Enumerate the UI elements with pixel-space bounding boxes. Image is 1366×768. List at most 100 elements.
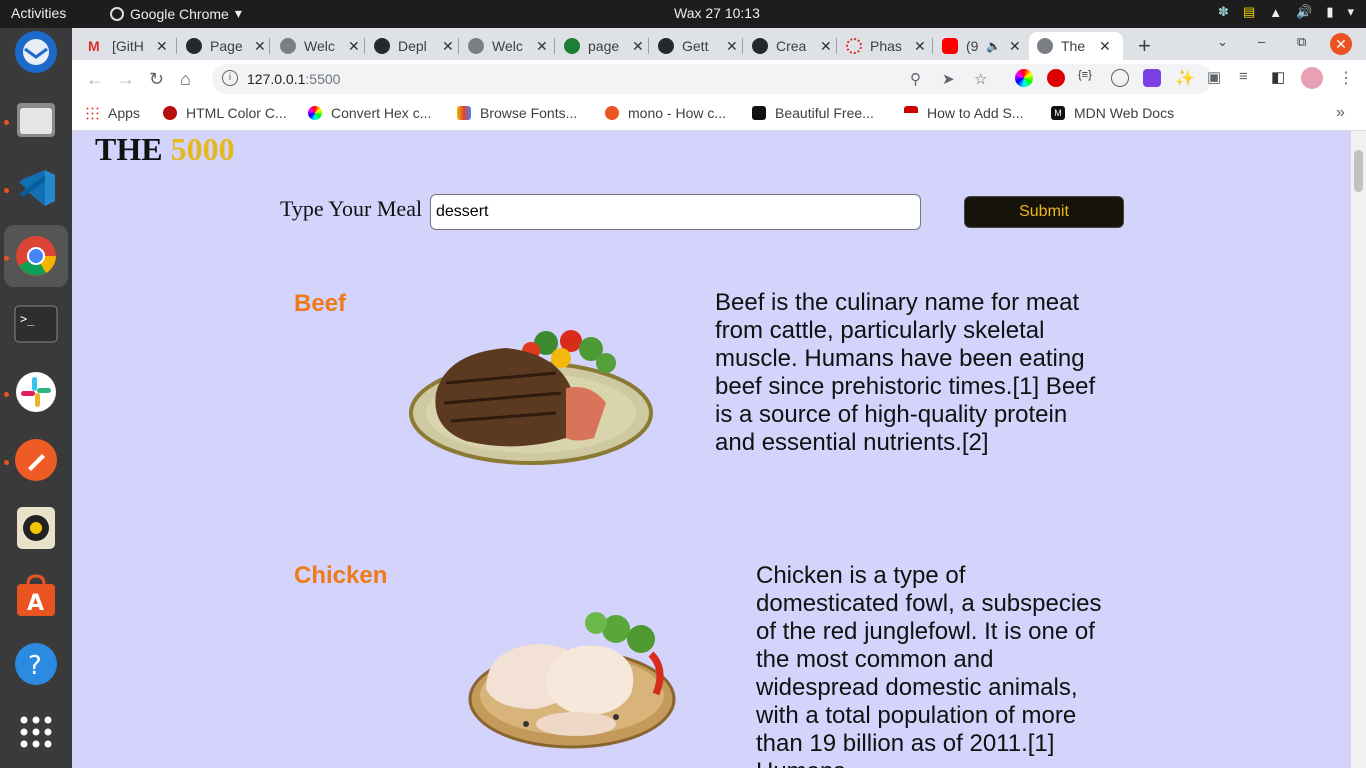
bookmark-item[interactable]: HTML Color C... xyxy=(163,105,287,121)
volume-icon[interactable]: 🔊 xyxy=(1296,4,1312,20)
restore-button[interactable]: ⧉ xyxy=(1297,34,1306,50)
unsplash-icon xyxy=(752,106,766,120)
tab[interactable]: Phas ✕ xyxy=(838,32,926,60)
minimize-button[interactable]: – xyxy=(1258,34,1265,49)
tab[interactable]: page ✕ xyxy=(556,32,644,60)
tab[interactable]: (9 🔈 ✕ xyxy=(934,32,1021,60)
bookmark-item[interactable]: How to Add S... xyxy=(904,105,1024,121)
reload-button[interactable]: ↻ xyxy=(149,69,164,90)
close-icon[interactable]: ✕ xyxy=(254,38,266,55)
close-icon[interactable]: ✕ xyxy=(1099,38,1111,55)
tab-separator xyxy=(742,38,743,54)
json-viewer-icon[interactable]: {≡} xyxy=(1078,69,1096,87)
tab[interactable]: Welc ✕ xyxy=(460,32,548,60)
app-menu[interactable]: Google Chrome ▾ xyxy=(110,5,242,22)
media-queue-icon[interactable]: ≡ xyxy=(1239,68,1257,86)
close-icon[interactable]: ✕ xyxy=(1009,38,1021,55)
menu-icon[interactable]: ⋮ xyxy=(1338,68,1356,87)
chevron-down-icon[interactable]: ▾ xyxy=(1347,4,1354,20)
terminal-icon[interactable]: >_ xyxy=(12,300,60,348)
close-window-button[interactable]: ✕ xyxy=(1330,33,1352,55)
tab[interactable]: Depl ✕ xyxy=(366,32,454,60)
browser-window: M [GitH ✕ Page ✕ Welc ✕ Depl ✕ Welc ✕ page ✕ Ge… xyxy=(72,28,1366,768)
color-picker-icon[interactable]: ✽ xyxy=(1218,4,1229,20)
home-button[interactable]: ⌂ xyxy=(180,69,191,90)
side-panel-icon[interactable]: ◧ xyxy=(1271,68,1289,86)
software-store-icon[interactable]: A xyxy=(12,572,60,620)
close-icon[interactable]: ✕ xyxy=(632,38,644,55)
chrome-dock-icon[interactable] xyxy=(4,225,68,287)
close-icon[interactable]: ✕ xyxy=(914,38,926,55)
tab[interactable]: Page ✕ xyxy=(178,32,266,60)
bookmark-item[interactable]: Beautiful Free... xyxy=(752,105,874,121)
battery-icon[interactable]: ▮ xyxy=(1326,4,1333,20)
tab[interactable]: Gett ✕ xyxy=(650,32,738,60)
colorzilla-icon[interactable] xyxy=(1015,69,1033,87)
close-icon[interactable]: ✕ xyxy=(156,38,168,55)
flag-icon xyxy=(904,106,918,120)
bookmark-item[interactable]: Browse Fonts... xyxy=(457,105,577,121)
show-applications-icon[interactable] xyxy=(12,708,60,756)
meal-input[interactable] xyxy=(430,194,921,230)
scrollbar-thumb[interactable] xyxy=(1354,150,1363,192)
page-scrollbar[interactable] xyxy=(1351,131,1366,768)
bookmark-star-icon[interactable]: ☆ xyxy=(974,70,987,88)
tab-title: Gett xyxy=(682,38,709,54)
rhythmbox-icon[interactable] xyxy=(12,504,60,552)
bookmark-item[interactable]: Convert Hex c... xyxy=(308,105,431,121)
dock: >_ A ? xyxy=(0,28,72,768)
web-page: THE 5000 Type Your Meal Submit Beef Beef… xyxy=(72,131,1351,768)
phaser-icon xyxy=(846,38,862,54)
vscode-icon[interactable] xyxy=(12,164,60,212)
site-info-icon[interactable]: i xyxy=(222,70,238,86)
opera-icon[interactable] xyxy=(1047,69,1065,87)
bookmark-apps[interactable]: Apps xyxy=(85,105,140,121)
files-icon[interactable] xyxy=(12,96,60,144)
notes-icon[interactable]: ▤ xyxy=(1243,4,1255,20)
slack-icon[interactable] xyxy=(12,368,60,416)
thunderbird-icon[interactable] xyxy=(12,28,60,76)
chevron-right-icon[interactable]: » xyxy=(1336,104,1345,122)
bookmark-label: HTML Color C... xyxy=(186,105,287,121)
tab-title: (9 xyxy=(966,38,979,54)
close-icon[interactable]: ✕ xyxy=(820,38,832,55)
close-icon[interactable]: ✕ xyxy=(348,38,360,55)
close-icon[interactable]: ✕ xyxy=(442,38,454,55)
zoom-icon[interactable]: ⚲ xyxy=(910,70,921,88)
tab-title: [GitH xyxy=(112,38,144,54)
bookmark-label: Apps xyxy=(108,105,140,121)
url-text[interactable]: 127.0.0.1:5500 xyxy=(247,71,340,87)
tab[interactable]: Crea ✕ xyxy=(744,32,832,60)
forward-button[interactable]: → xyxy=(117,69,135,90)
close-icon[interactable]: ✕ xyxy=(536,38,548,55)
send-icon[interactable]: ➤ xyxy=(942,70,955,88)
wifi-icon[interactable]: ▲ xyxy=(1269,5,1282,20)
puzzle-icon[interactable]: ✨ xyxy=(1175,68,1195,87)
system-tray[interactable]: ✽ ▤ ▲ 🔊 ▮ ▾ xyxy=(1218,4,1354,20)
extension-icon[interactable] xyxy=(1111,69,1129,87)
profile-avatar[interactable] xyxy=(1301,67,1323,89)
postman-icon[interactable] xyxy=(12,436,60,484)
activities-button[interactable]: Activities xyxy=(11,5,66,21)
tab-active[interactable]: The ✕ xyxy=(1029,32,1123,60)
new-tab-button[interactable]: + xyxy=(1138,33,1151,59)
tab-separator xyxy=(648,38,649,54)
cast-icon[interactable]: ▣ xyxy=(1207,68,1225,86)
tab[interactable]: M [GitH ✕ xyxy=(80,32,168,60)
back-button[interactable]: ← xyxy=(86,69,104,90)
github-icon xyxy=(752,38,768,54)
tab-title: Phas xyxy=(870,38,902,54)
fonts-icon xyxy=(457,106,471,120)
help-icon[interactable]: ? xyxy=(12,640,60,688)
extension-icon[interactable] xyxy=(1143,69,1161,87)
chevron-down-icon[interactable]: ⌄ xyxy=(1217,34,1228,50)
speaker-icon[interactable]: 🔈 xyxy=(986,39,1001,53)
tab[interactable]: Welc ✕ xyxy=(272,32,360,60)
submit-button[interactable]: Submit xyxy=(964,196,1124,228)
clock[interactable]: Wax 27 10:13 xyxy=(674,5,760,21)
globe-icon xyxy=(280,38,296,54)
close-icon[interactable]: ✕ xyxy=(726,38,738,55)
tab-strip: M [GitH ✕ Page ✕ Welc ✕ Depl ✕ Welc ✕ page ✕ Ge… xyxy=(72,28,1366,60)
bookmark-item[interactable]: M MDN Web Docs xyxy=(1051,105,1174,121)
bookmark-item[interactable]: mono - How c... xyxy=(605,105,726,121)
